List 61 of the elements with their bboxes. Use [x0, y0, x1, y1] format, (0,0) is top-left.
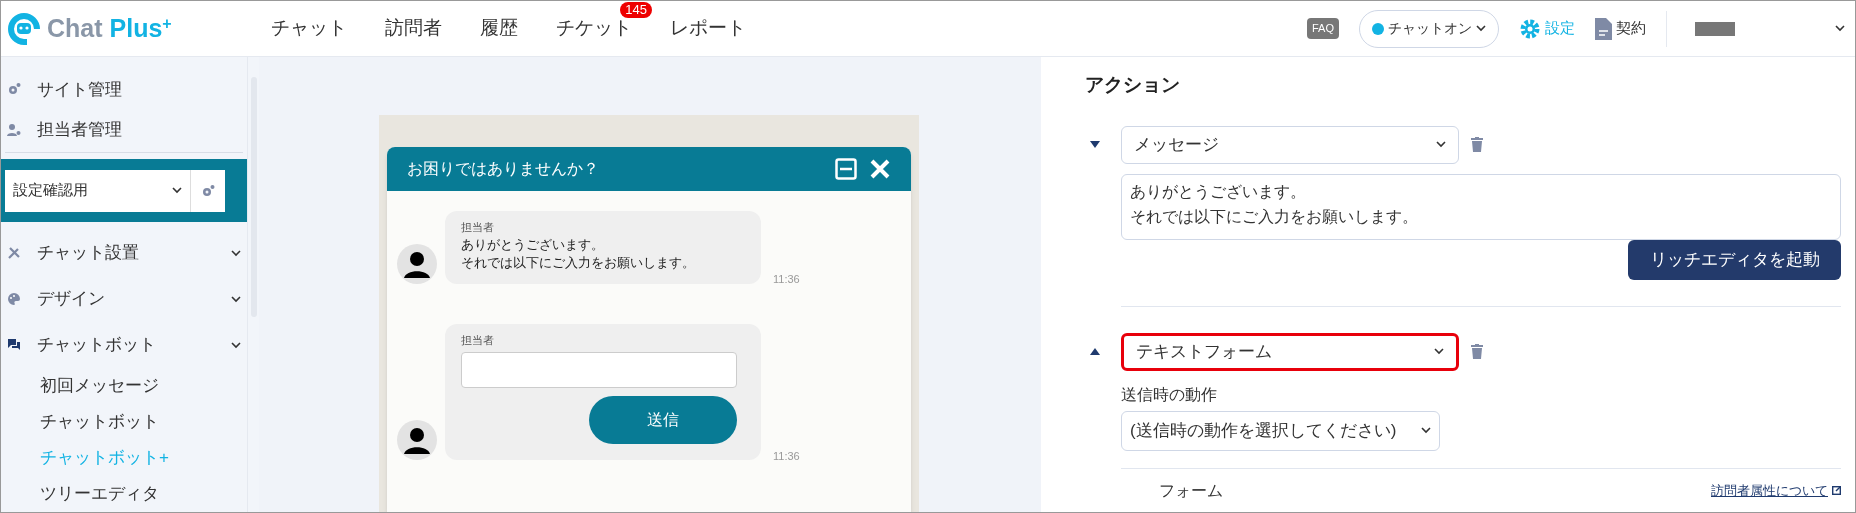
message-text: ありがとうございます。 それでは以下にご入力をお願いします。 — [461, 235, 696, 272]
chevron-icon — [1476, 25, 1486, 32]
gear-icon — [201, 183, 215, 198]
sidebar-section[interactable]: チャット設置 — [1, 230, 247, 276]
trash-icon[interactable] — [1471, 137, 1483, 152]
section-heading: アクション — [1085, 73, 1181, 97]
chevron-icon — [231, 249, 241, 257]
chevron-icon — [1835, 25, 1845, 32]
chevron-icon — [231, 341, 241, 349]
sidebar-item[interactable]: 担当者管理 — [1, 109, 247, 150]
submit-action-select[interactable]: (送信時の動作を選択してください) — [1121, 410, 1440, 451]
nav-link[interactable]: チャット — [271, 17, 347, 39]
tools-icon — [7, 246, 21, 260]
sidebar-subitem[interactable]: 初回メッセージ — [1, 368, 247, 404]
external-link-icon — [1832, 486, 1841, 495]
chevron-icon — [231, 295, 241, 303]
minimize-icon[interactable] — [835, 158, 857, 180]
contract-link[interactable]: 契約 — [1595, 17, 1646, 40]
document-icon — [1595, 17, 1612, 40]
nav-link[interactable]: 履歴 — [480, 17, 518, 39]
sidebar-item[interactable]: サイト管理 — [1, 69, 247, 110]
sidebar-section[interactable]: チャットボット — [1, 322, 247, 368]
trash-icon[interactable] — [1471, 344, 1483, 359]
message-time: 11:36 — [773, 448, 800, 464]
nav-link[interactable]: 訪問者 — [385, 17, 442, 39]
message-time: 11:36 — [773, 272, 800, 287]
widget-title: お困りではありませんか？ — [407, 159, 600, 179]
chevron-icon — [1436, 141, 1446, 148]
expand-triangle-icon[interactable] — [1090, 141, 1100, 148]
sidebar-subitem[interactable]: ツリーエディタ — [1, 476, 247, 512]
message-textarea[interactable]: ありがとうございます。 それでは以下にご入力をお願いします。 — [1121, 173, 1841, 240]
gear-icon — [7, 82, 21, 97]
redacted-block — [1695, 21, 1735, 36]
form-label: フォーム — [1159, 480, 1223, 501]
sender-name: 担当者 — [461, 332, 495, 348]
chevron-icon — [172, 187, 182, 194]
sidebar-subitem[interactable]: チャットボット — [1, 404, 247, 440]
settings-icon — [1519, 17, 1541, 40]
count-badge: 145 — [620, 2, 652, 19]
avatar-icon — [397, 420, 437, 460]
chevron-icon — [1421, 427, 1431, 434]
sidebar-section[interactable]: デザイン — [1, 276, 247, 322]
send-button[interactable]: 送信 — [589, 396, 737, 444]
palette-icon — [7, 292, 21, 306]
action-type-select[interactable]: メッセージ — [1121, 125, 1459, 164]
visitor-attributes-link[interactable]: 訪問者属性について — [1711, 480, 1828, 501]
logo-text: Chat Plus$^{+}$ — [47, 12, 172, 44]
sender-name: 担当者 — [461, 220, 495, 235]
close-icon[interactable] — [869, 158, 891, 180]
avatar-icon — [397, 243, 437, 284]
input-field[interactable] — [461, 352, 737, 388]
chat-icon — [7, 338, 21, 352]
nav-link[interactable]: レポート — [670, 17, 746, 39]
rich-editor-button[interactable]: リッチエディタを起動 — [1628, 239, 1841, 280]
collapse-triangle-icon[interactable] — [1090, 348, 1100, 355]
nav-link[interactable]: チケット — [556, 17, 632, 39]
field-label: 送信時の動作 — [1121, 384, 1218, 405]
person-gear-icon — [7, 122, 21, 137]
faq-icon[interactable]: FAQ — [1307, 18, 1339, 39]
chevron-icon — [1434, 348, 1444, 355]
action-type-select[interactable]: テキストフォーム — [1121, 332, 1459, 371]
